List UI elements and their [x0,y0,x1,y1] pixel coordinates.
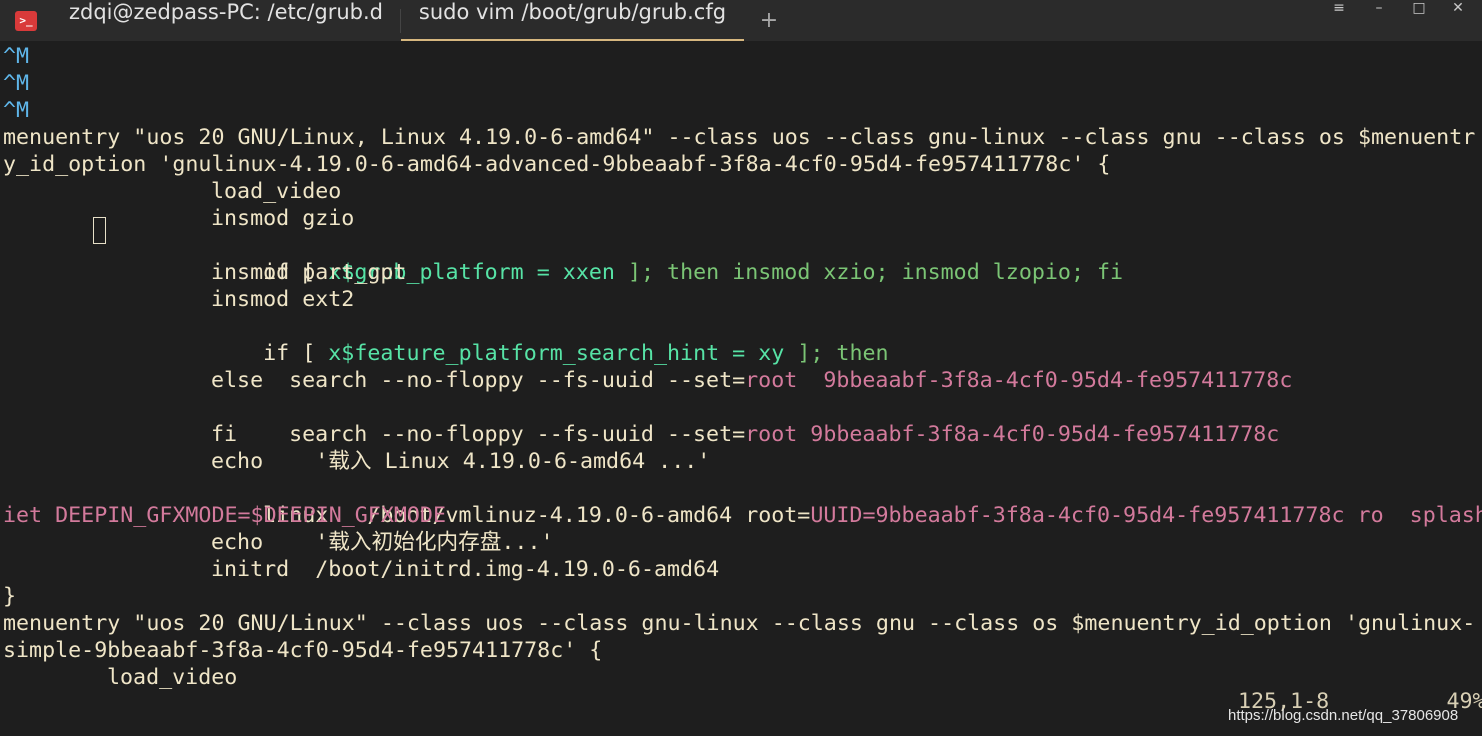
tab-terminal[interactable]: zdqi@zedpass-PC: /etc/grub.d [52,0,400,41]
line-18: iet DEEPIN_GFXMODE=$DEEPIN_GFXMODE [3,503,446,528]
watermark: https://blog.csdn.net/qq_37806908 [1228,707,1459,724]
bracket: ]; [614,260,668,285]
kernel-args: UUID=9bbeaabf-3f8a-4cf0-95d4-fe957411778… [810,503,1482,528]
line-14: search --no-floppy --fs-uuid --set=root … [237,394,1279,447]
maximize-button[interactable]: □ [1399,0,1439,41]
line-3: ^M [3,98,30,123]
line-10: insmod ext2 [211,287,355,312]
terminal-icon[interactable]: >_ [15,11,37,31]
line-1: ^M [3,44,30,69]
line-15: fi [211,422,238,447]
line-23: simple-9bbeaabf-3f8a-4cf0-95d4-fe9574117… [3,638,603,663]
line-21: } [3,584,17,609]
minimize-button[interactable]: – [1359,0,1399,41]
line-22: menuentry "uos 20 GNU/Linux" --class uos… [3,611,1476,636]
tab-vim-grub[interactable]: sudo vim /boot/grub/grub.cfg [401,0,744,41]
line-12: search --no-floppy --fs-uuid --set=root … [237,340,1292,393]
cursor [93,217,106,244]
line-11: if [ x$feature_platform_search_hint = xy… [211,313,888,366]
line-20: initrd /boot/initrd.img-4.19.0-6-amd64 [211,557,720,582]
close-button[interactable]: ✕ [1438,0,1478,41]
line-16: echo '载入 Linux 4.19.0-6-amd64 ...' [211,449,711,474]
line-9: insmod part_gpt [211,260,407,285]
line-2: ^M [3,71,30,96]
search-command: search --no-floppy --fs-uuid --set= [289,422,746,447]
line-6: load_video [211,179,342,204]
menu-icon[interactable]: ≡ [1319,0,1359,41]
search-command: search --no-floppy --fs-uuid --set= [289,368,746,393]
line-8: if [ x$grub_platform = xxen ]; then insm… [211,232,1123,285]
then-clause: then insmod xzio; insmod lzopio; fi [667,260,1124,285]
line-24: load_video [107,665,238,690]
title-bar: >_ zdqi@zedpass-PC: /etc/grub.d sudo vim… [0,0,1482,42]
line-13: else [211,368,264,393]
plus-icon[interactable]: + [756,0,782,41]
search-value: root 9bbeaabf-3f8a-4cf0-95d4-fe957411778… [745,368,1293,393]
line-7: insmod gzio [211,206,355,231]
line-4: menuentry "uos 20 GNU/Linux, Linux 4.19.… [3,125,1476,150]
search-value: root 9bbeaabf-3f8a-4cf0-95d4-fe957411778… [745,422,1280,447]
line-17: linux /boot/vmlinuz-4.19.0-6-amd64 root=… [211,475,1482,528]
terminal-body[interactable]: ^M ^M ^M menuentry "uos 20 GNU/Linux, Li… [0,41,1482,736]
line-19: echo '载入初始化内存盘...' [211,530,554,555]
line-5: y_id_option 'gnulinux-4.19.0-6-amd64-adv… [3,152,1111,177]
